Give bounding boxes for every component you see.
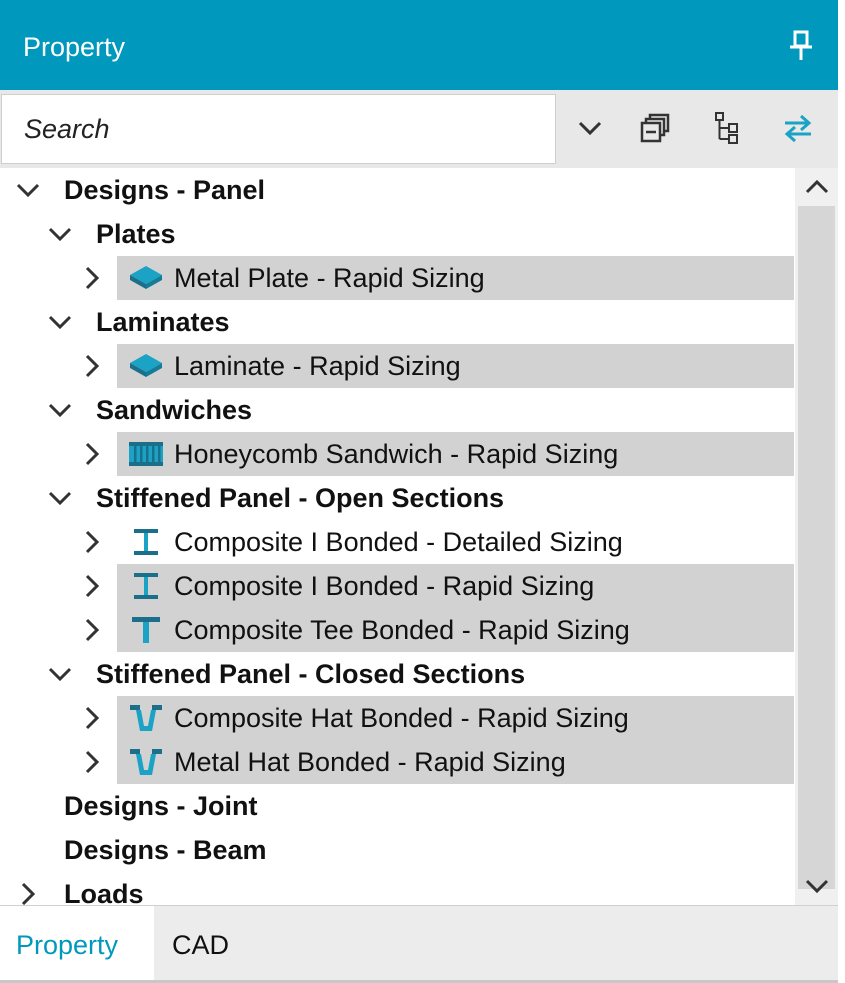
tree-node-label: Designs - Beam <box>64 835 267 865</box>
tree-item-label: Composite I Bonded - Detailed Sizing <box>174 527 623 557</box>
laminate-icon <box>130 354 162 377</box>
search-input[interactable] <box>2 95 555 163</box>
tree-node-label: Sandwiches <box>96 395 253 425</box>
chevron-down-icon[interactable] <box>46 660 74 688</box>
bottom-tab-strip: Property CAD <box>0 905 838 983</box>
tree-node-closed-sections[interactable]: Stiffened Panel - Closed Sections <box>0 652 795 696</box>
tree-item-label: Honeycomb Sandwich - Rapid Sizing <box>174 439 619 469</box>
tree-item-label: Composite Hat Bonded - Rapid Sizing <box>174 703 629 733</box>
chevron-right-icon[interactable] <box>78 704 106 732</box>
panel-title: Property <box>23 32 126 62</box>
toolbar <box>0 90 838 168</box>
tree-node-label: Designs - Joint <box>64 791 258 821</box>
chevron-right-icon[interactable] <box>78 528 106 556</box>
tree-node-label: Designs - Panel <box>64 175 266 205</box>
title-bar: Property <box>0 0 838 90</box>
chevron-right-icon[interactable] <box>78 264 106 292</box>
tree-item-composite-i-rapid[interactable]: Composite I Bonded - Rapid Sizing <box>0 564 795 608</box>
tree-item-honeycomb-sandwich[interactable]: Honeycomb Sandwich - Rapid Sizing <box>0 432 795 476</box>
tree-node-laminates[interactable]: Laminates <box>0 300 795 344</box>
i-beam-icon <box>134 573 158 599</box>
tree-item-composite-i-detailed[interactable]: Composite I Bonded - Detailed Sizing <box>0 520 795 564</box>
chevron-right-icon[interactable] <box>14 880 42 905</box>
scroll-up-button[interactable] <box>795 168 838 206</box>
dropdown-chevron-icon[interactable] <box>572 110 608 146</box>
tree-node-designs-panel[interactable]: Designs - Panel <box>0 168 795 212</box>
pin-icon[interactable] <box>786 30 816 62</box>
tree-node-label: Stiffened Panel - Open Sections <box>96 483 505 513</box>
tab-property[interactable]: Property <box>0 906 154 983</box>
tree-item-label: Metal Plate - Rapid Sizing <box>174 263 485 293</box>
tab-cad[interactable]: CAD <box>154 906 274 983</box>
chevron-down-icon[interactable] <box>46 484 74 512</box>
chevron-right-icon[interactable] <box>78 352 106 380</box>
tree-node-designs-joint[interactable]: Designs - Joint <box>0 784 795 828</box>
tree-item-metal-plate[interactable]: Metal Plate - Rapid Sizing <box>0 256 795 300</box>
chevron-right-icon[interactable] <box>78 748 106 776</box>
chevron-down-icon[interactable] <box>46 308 74 336</box>
tree-node-sandwiches[interactable]: Sandwiches <box>0 388 795 432</box>
property-tree: Designs - Panel Plates Metal Plate - Rap… <box>0 168 838 905</box>
honeycomb-icon <box>129 442 163 466</box>
tee-section-icon <box>132 617 160 643</box>
i-beam-icon <box>134 529 158 555</box>
tree-scrollbar[interactable] <box>795 168 838 905</box>
tree-item-composite-hat[interactable]: Composite Hat Bonded - Rapid Sizing <box>0 696 795 740</box>
tree-node-label: Stiffened Panel - Closed Sections <box>96 659 526 689</box>
hat-section-icon <box>130 705 162 731</box>
tree-view-icon[interactable] <box>709 110 745 146</box>
chevron-down-icon[interactable] <box>46 396 74 424</box>
tree-item-metal-hat[interactable]: Metal Hat Bonded - Rapid Sizing <box>0 740 795 784</box>
search-box <box>1 94 556 164</box>
tree-item-label: Composite Tee Bonded - Rapid Sizing <box>174 615 630 645</box>
tree-node-designs-beam[interactable]: Designs - Beam <box>0 828 795 872</box>
chevron-right-icon[interactable] <box>78 440 106 468</box>
tree-item-label: Composite I Bonded - Rapid Sizing <box>174 571 595 601</box>
chevron-right-icon[interactable] <box>78 616 106 644</box>
chevron-down-icon <box>805 879 828 894</box>
tree-item-composite-tee[interactable]: Composite Tee Bonded - Rapid Sizing <box>0 608 795 652</box>
scroll-thumb[interactable] <box>798 206 835 889</box>
sync-arrows-icon[interactable] <box>780 110 816 146</box>
hat-section-icon <box>130 749 162 775</box>
tree-node-plates[interactable]: Plates <box>0 212 795 256</box>
scroll-down-button[interactable] <box>795 867 838 905</box>
tree-node-label: Laminates <box>96 307 230 337</box>
chevron-down-icon[interactable] <box>46 220 74 248</box>
plate-icon <box>130 266 162 289</box>
chevron-right-icon[interactable] <box>78 572 106 600</box>
chevron-down-icon[interactable] <box>14 176 42 204</box>
tree-item-label: Metal Hat Bonded - Rapid Sizing <box>174 747 566 777</box>
tree-node-loads[interactable]: Loads <box>0 872 795 905</box>
tree-item-laminate[interactable]: Laminate - Rapid Sizing <box>0 344 795 388</box>
chevron-up-icon <box>805 179 828 194</box>
tree-item-label: Laminate - Rapid Sizing <box>174 351 461 381</box>
tree-node-label: Plates <box>96 219 176 249</box>
collapse-all-icon[interactable] <box>638 110 674 146</box>
tree-node-label: Loads <box>64 879 144 905</box>
tree-node-open-sections[interactable]: Stiffened Panel - Open Sections <box>0 476 795 520</box>
window-edge <box>838 0 845 983</box>
